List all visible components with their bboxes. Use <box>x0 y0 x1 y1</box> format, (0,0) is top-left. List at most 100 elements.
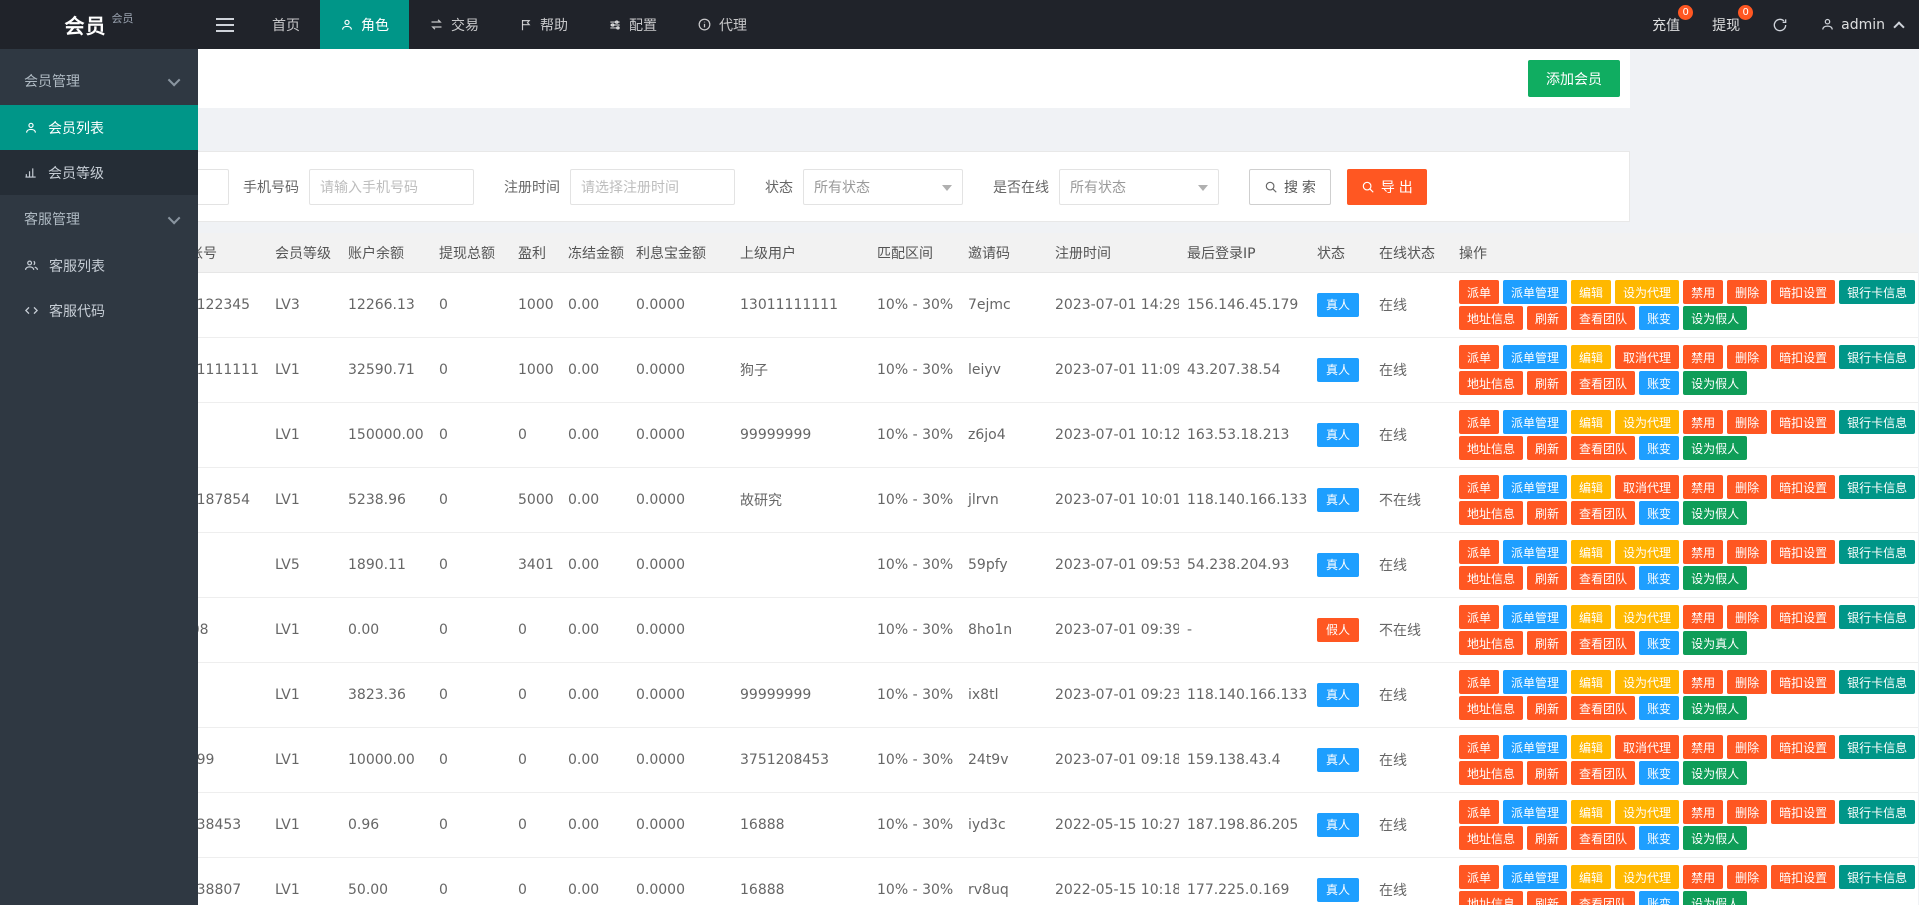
hidden-deduct-settings-button[interactable]: 暗扣设置 <box>1771 670 1836 694</box>
nav-trade[interactable]: 交易 <box>409 0 499 49</box>
agent-toggle-button[interactable]: 取消代理 <box>1615 345 1680 369</box>
menu-toggle-button[interactable] <box>198 0 252 49</box>
dispatch-button[interactable]: 派单 <box>1459 540 1500 564</box>
balance-change-button[interactable]: 账变 <box>1639 371 1680 395</box>
agent-toggle-button[interactable]: 设为代理 <box>1615 670 1680 694</box>
refresh-member-button[interactable]: 刷新 <box>1527 761 1568 785</box>
address-info-button[interactable]: 地址信息 <box>1459 306 1524 330</box>
view-team-button[interactable]: 查看团队 <box>1571 501 1636 525</box>
balance-change-button[interactable]: 账变 <box>1639 696 1680 720</box>
delete-button[interactable]: 删除 <box>1727 280 1768 304</box>
address-info-button[interactable]: 地址信息 <box>1459 436 1524 460</box>
refresh-member-button[interactable]: 刷新 <box>1527 631 1568 655</box>
dispatch-manage-button[interactable]: 派单管理 <box>1503 800 1568 824</box>
dispatch-button[interactable]: 派单 <box>1459 345 1500 369</box>
dispatch-manage-button[interactable]: 派单管理 <box>1503 865 1568 889</box>
agent-toggle-button[interactable]: 取消代理 <box>1615 475 1680 499</box>
fake-toggle-button[interactable]: 设为假人 <box>1683 306 1748 330</box>
sidebar-item-member-level[interactable]: 会员等级 <box>0 150 198 195</box>
fake-toggle-button[interactable]: 设为假人 <box>1683 891 1748 905</box>
edit-button[interactable]: 编辑 <box>1571 735 1612 759</box>
fake-toggle-button[interactable]: 设为假人 <box>1683 501 1748 525</box>
hidden-deduct-settings-button[interactable]: 暗扣设置 <box>1771 800 1836 824</box>
balance-change-button[interactable]: 账变 <box>1639 826 1680 850</box>
delete-button[interactable]: 删除 <box>1727 605 1768 629</box>
agent-toggle-button[interactable]: 设为代理 <box>1615 540 1680 564</box>
fake-toggle-button[interactable]: 设为假人 <box>1683 761 1748 785</box>
refresh-member-button[interactable]: 刷新 <box>1527 891 1568 905</box>
agent-toggle-button[interactable]: 设为代理 <box>1615 865 1680 889</box>
disable-button[interactable]: 禁用 <box>1683 865 1724 889</box>
disable-button[interactable]: 禁用 <box>1683 475 1724 499</box>
sidebar-item-service-code[interactable]: 客服代码 <box>0 288 198 333</box>
export-button[interactable]: 导 出 <box>1346 168 1427 205</box>
view-team-button[interactable]: 查看团队 <box>1571 696 1636 720</box>
dispatch-manage-button[interactable]: 派单管理 <box>1503 410 1568 434</box>
agent-toggle-button[interactable]: 设为代理 <box>1615 800 1680 824</box>
search-button[interactable]: 搜 索 <box>1249 168 1331 205</box>
view-team-button[interactable]: 查看团队 <box>1571 826 1636 850</box>
admin-menu[interactable]: admin <box>1804 0 1919 49</box>
refresh-member-button[interactable]: 刷新 <box>1527 436 1568 460</box>
nav-help[interactable]: 帮助 <box>499 0 588 49</box>
address-info-button[interactable]: 地址信息 <box>1459 891 1524 905</box>
disable-button[interactable]: 禁用 <box>1683 345 1724 369</box>
refresh-member-button[interactable]: 刷新 <box>1527 306 1568 330</box>
bank-card-info-button[interactable]: 银行卡信息 <box>1839 475 1916 499</box>
view-team-button[interactable]: 查看团队 <box>1571 631 1636 655</box>
account-input[interactable] <box>198 168 229 205</box>
address-info-button[interactable]: 地址信息 <box>1459 761 1524 785</box>
edit-button[interactable]: 编辑 <box>1571 475 1612 499</box>
refresh-member-button[interactable]: 刷新 <box>1527 826 1568 850</box>
dispatch-button[interactable]: 派单 <box>1459 410 1500 434</box>
dispatch-button[interactable]: 派单 <box>1459 475 1500 499</box>
edit-button[interactable]: 编辑 <box>1571 605 1612 629</box>
dispatch-manage-button[interactable]: 派单管理 <box>1503 345 1568 369</box>
fake-toggle-button[interactable]: 设为真人 <box>1683 631 1748 655</box>
dispatch-manage-button[interactable]: 派单管理 <box>1503 670 1568 694</box>
address-info-button[interactable]: 地址信息 <box>1459 566 1524 590</box>
hidden-deduct-settings-button[interactable]: 暗扣设置 <box>1771 410 1836 434</box>
dispatch-manage-button[interactable]: 派单管理 <box>1503 475 1568 499</box>
disable-button[interactable]: 禁用 <box>1683 670 1724 694</box>
regtime-input[interactable] <box>570 168 735 205</box>
nav-home[interactable]: 首页 <box>252 0 320 49</box>
hidden-deduct-settings-button[interactable]: 暗扣设置 <box>1771 475 1836 499</box>
disable-button[interactable]: 禁用 <box>1683 410 1724 434</box>
bank-card-info-button[interactable]: 银行卡信息 <box>1839 865 1916 889</box>
delete-button[interactable]: 删除 <box>1727 670 1768 694</box>
address-info-button[interactable]: 地址信息 <box>1459 696 1524 720</box>
edit-button[interactable]: 编辑 <box>1571 865 1612 889</box>
bank-card-info-button[interactable]: 银行卡信息 <box>1839 410 1916 434</box>
refresh-member-button[interactable]: 刷新 <box>1527 566 1568 590</box>
dispatch-manage-button[interactable]: 派单管理 <box>1503 540 1568 564</box>
balance-change-button[interactable]: 账变 <box>1639 306 1680 330</box>
bank-card-info-button[interactable]: 银行卡信息 <box>1839 345 1916 369</box>
delete-button[interactable]: 删除 <box>1727 475 1768 499</box>
refresh-button[interactable] <box>1756 0 1804 49</box>
balance-change-button[interactable]: 账变 <box>1639 891 1680 905</box>
balance-change-button[interactable]: 账变 <box>1639 761 1680 785</box>
dispatch-manage-button[interactable]: 派单管理 <box>1503 280 1568 304</box>
delete-button[interactable]: 删除 <box>1727 800 1768 824</box>
address-info-button[interactable]: 地址信息 <box>1459 501 1524 525</box>
view-team-button[interactable]: 查看团队 <box>1571 371 1636 395</box>
bank-card-info-button[interactable]: 银行卡信息 <box>1839 605 1916 629</box>
delete-button[interactable]: 删除 <box>1727 345 1768 369</box>
sidebar-group-member-management[interactable]: 会员管理 <box>0 57 198 105</box>
bank-card-info-button[interactable]: 银行卡信息 <box>1839 670 1916 694</box>
delete-button[interactable]: 删除 <box>1727 540 1768 564</box>
dispatch-button[interactable]: 派单 <box>1459 735 1500 759</box>
dispatch-button[interactable]: 派单 <box>1459 865 1500 889</box>
dispatch-button[interactable]: 派单 <box>1459 605 1500 629</box>
hidden-deduct-settings-button[interactable]: 暗扣设置 <box>1771 735 1836 759</box>
view-team-button[interactable]: 查看团队 <box>1571 306 1636 330</box>
address-info-button[interactable]: 地址信息 <box>1459 826 1524 850</box>
view-team-button[interactable]: 查看团队 <box>1571 891 1636 905</box>
add-member-button[interactable]: 添加会员 <box>1528 60 1620 97</box>
edit-button[interactable]: 编辑 <box>1571 670 1612 694</box>
disable-button[interactable]: 禁用 <box>1683 800 1724 824</box>
agent-toggle-button[interactable]: 设为代理 <box>1615 410 1680 434</box>
sidebar-group-service-management[interactable]: 客服管理 <box>0 195 198 243</box>
edit-button[interactable]: 编辑 <box>1571 800 1612 824</box>
